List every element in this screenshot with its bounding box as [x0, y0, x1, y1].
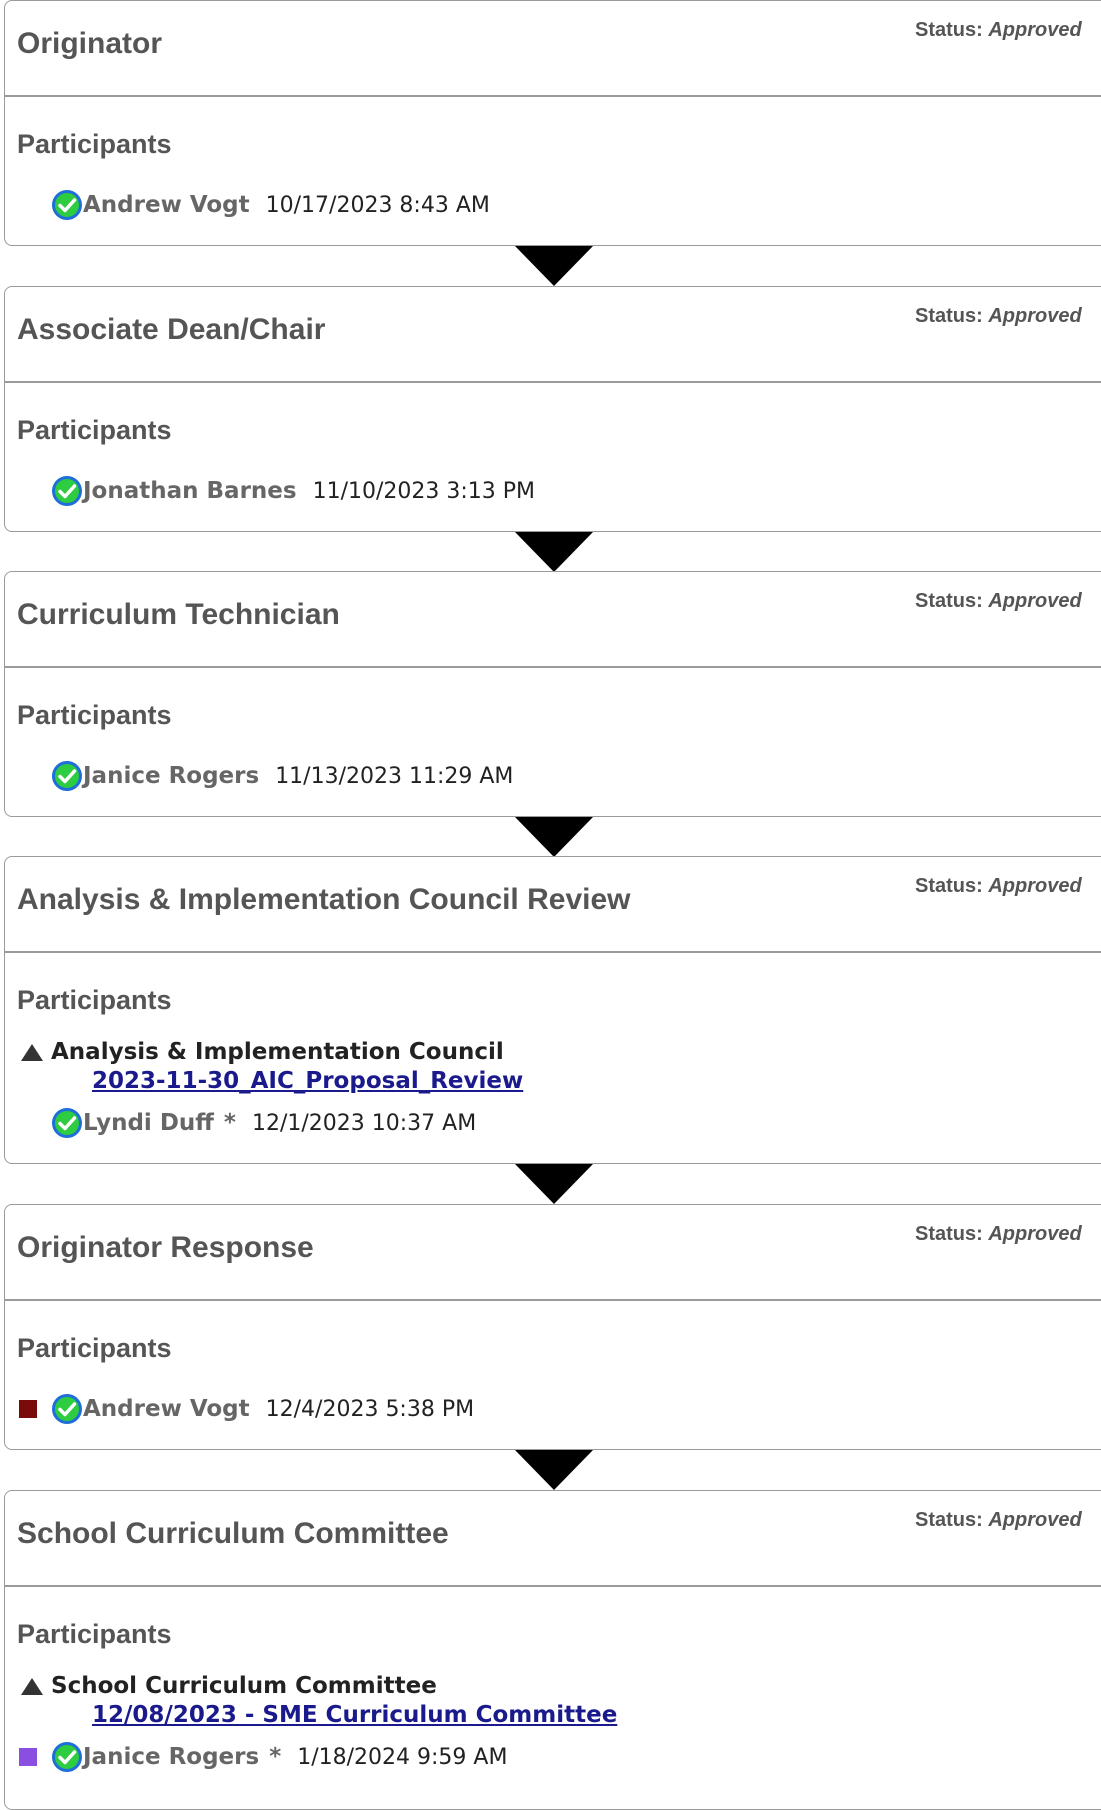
- workflow-step-associate-dean: Associate Dean/Chair Status: Approved Pa…: [4, 286, 1101, 532]
- participant-name[interactable]: Andrew Vogt: [83, 192, 250, 218]
- approved-check-icon: [51, 1393, 83, 1425]
- status-swatch: [19, 1400, 37, 1418]
- flow-arrow-icon: [515, 1450, 593, 1490]
- step-status: Status: Approved: [915, 590, 1082, 612]
- status-value: Approved: [988, 1223, 1082, 1245]
- step-title: Originator: [17, 27, 163, 60]
- participants-label: Participants: [17, 1619, 172, 1649]
- approved-check-icon: [51, 189, 83, 221]
- status-swatch: [19, 1748, 37, 1766]
- step-status: Status: Approved: [915, 1223, 1082, 1245]
- step-title: Analysis & Implementation Council Review: [17, 883, 631, 916]
- step-header: Curriculum Technician Status: Approved: [5, 572, 1101, 668]
- participant-row: Andrew Vogt 10/17/2023 8:43 AM: [51, 187, 490, 223]
- participants-label: Participants: [17, 700, 172, 730]
- participant-date: 10/17/2023 8:43 AM: [265, 192, 490, 218]
- participant-row: Lyndi Duff * 12/1/2023 10:37 AM: [51, 1105, 476, 1141]
- status-value: Approved: [988, 590, 1082, 612]
- participant-date: 1/18/2024 9:59 AM: [297, 1744, 508, 1770]
- participant-name[interactable]: Andrew Vogt: [83, 1396, 250, 1422]
- step-title: School Curriculum Committee: [17, 1517, 449, 1550]
- required-star: *: [223, 1110, 236, 1136]
- workflow-step-originator-response: Originator Response Status: Approved Par…: [4, 1204, 1101, 1450]
- step-header: Originator Response Status: Approved: [5, 1205, 1101, 1301]
- meeting-link[interactable]: 2023-11-30_AIC_Proposal_Review: [92, 1068, 523, 1094]
- flow-arrow-icon: [515, 246, 593, 286]
- approved-check-icon: [51, 1741, 83, 1773]
- collapse-triangle-icon[interactable]: [21, 1043, 43, 1061]
- step-status: Status: Approved: [915, 19, 1082, 41]
- meeting-link[interactable]: 12/08/2023 - SME Curriculum Committee: [92, 1702, 617, 1728]
- group-name: Analysis & Implementation Council: [51, 1039, 504, 1065]
- participant-row: Janice Rogers 11/13/2023 11:29 AM: [51, 758, 513, 794]
- flow-arrow-icon: [515, 817, 593, 857]
- status-value: Approved: [988, 305, 1082, 327]
- workflow-step-curriculum-technician: Curriculum Technician Status: Approved P…: [4, 571, 1101, 817]
- step-status: Status: Approved: [915, 1509, 1082, 1531]
- participant-name[interactable]: Lyndi Duff: [83, 1110, 214, 1136]
- workflow-step-aic-review: Analysis & Implementation Council Review…: [4, 856, 1101, 1164]
- participant-row: Janice Rogers * 1/18/2024 9:59 AM: [19, 1739, 507, 1775]
- participant-name[interactable]: Janice Rogers: [83, 1744, 259, 1770]
- participant-row: Andrew Vogt 12/4/2023 5:38 PM: [19, 1391, 474, 1427]
- status-value: Approved: [988, 19, 1082, 41]
- participants-label: Participants: [17, 1333, 172, 1363]
- step-header: School Curriculum Committee Status: Appr…: [5, 1491, 1101, 1587]
- flow-arrow-icon: [515, 532, 593, 572]
- participant-date: 11/13/2023 11:29 AM: [275, 763, 514, 789]
- collapse-triangle-icon[interactable]: [21, 1677, 43, 1695]
- workflow-step-school-curriculum-committee: School Curriculum Committee Status: Appr…: [4, 1490, 1101, 1810]
- participant-date: 12/4/2023 5:38 PM: [265, 1396, 475, 1422]
- step-header: Associate Dean/Chair Status: Approved: [5, 287, 1101, 383]
- step-header: Analysis & Implementation Council Review…: [5, 857, 1101, 953]
- status-value: Approved: [988, 875, 1082, 897]
- participants-label: Participants: [17, 985, 172, 1015]
- step-status: Status: Approved: [915, 875, 1082, 897]
- participant-date: 11/10/2023 3:13 PM: [312, 478, 536, 504]
- participants-label: Participants: [17, 129, 172, 159]
- approved-check-icon: [51, 1107, 83, 1139]
- participant-name[interactable]: Janice Rogers: [83, 763, 259, 789]
- participant-row: Jonathan Barnes 11/10/2023 3:13 PM: [51, 473, 535, 509]
- step-title: Originator Response: [17, 1231, 314, 1264]
- group-row[interactable]: Analysis & Implementation Council: [21, 1039, 504, 1065]
- status-value: Approved: [988, 1509, 1082, 1531]
- group-name: School Curriculum Committee: [51, 1673, 437, 1699]
- flow-arrow-icon: [515, 1164, 593, 1204]
- step-status: Status: Approved: [915, 305, 1082, 327]
- required-star: *: [269, 1744, 282, 1770]
- participant-name[interactable]: Jonathan Barnes: [83, 478, 297, 504]
- group-row[interactable]: School Curriculum Committee: [21, 1673, 437, 1699]
- approved-check-icon: [51, 760, 83, 792]
- step-title: Associate Dean/Chair: [17, 313, 326, 346]
- approved-check-icon: [51, 475, 83, 507]
- participant-date: 12/1/2023 10:37 AM: [251, 1110, 477, 1136]
- participants-label: Participants: [17, 415, 172, 445]
- workflow-step-originator: Originator Status: Approved Participants…: [4, 0, 1101, 246]
- step-title: Curriculum Technician: [17, 598, 340, 631]
- step-header: Originator Status: Approved: [5, 1, 1101, 97]
